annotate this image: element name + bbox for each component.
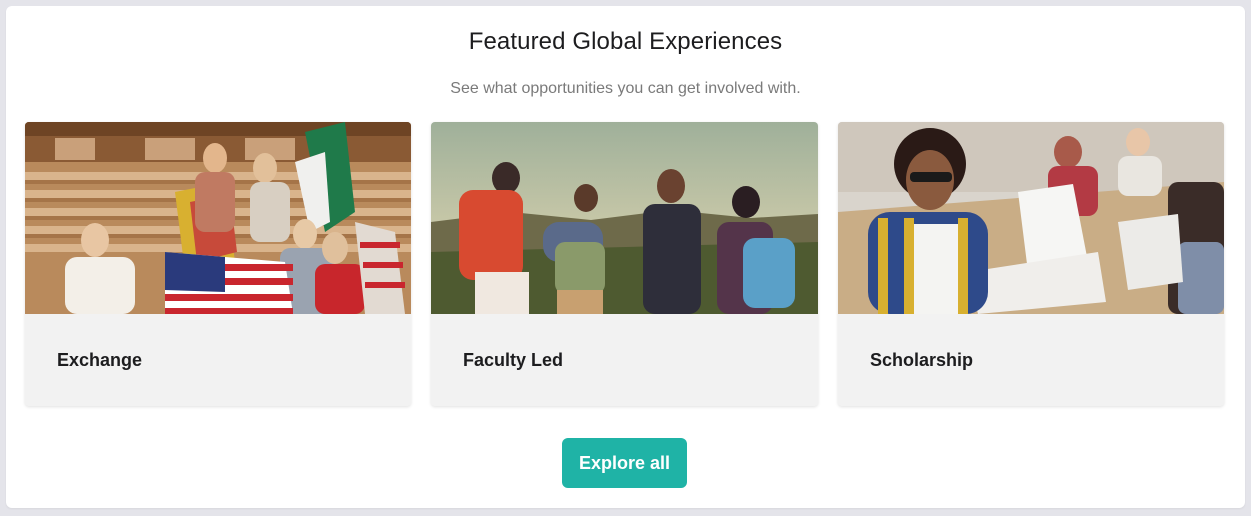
experience-card-exchange[interactable]: Exchange <box>25 122 411 406</box>
faculty-led-photo <box>431 122 818 314</box>
card-label-exchange: Exchange <box>57 350 143 370</box>
scholarship-photo <box>838 122 1224 314</box>
experience-card-scholarship[interactable]: Scholarship <box>838 122 1224 406</box>
featured-experiences-panel: Featured Global Experiences See what opp… <box>6 6 1245 508</box>
explore-all-button[interactable]: Explore all <box>562 438 687 488</box>
section-title: Featured Global Experiences <box>468 28 783 55</box>
experience-card-faculty-led[interactable]: Faculty Led <box>431 122 818 406</box>
section-subtitle: See what opportunities you can get invol… <box>450 80 801 97</box>
exchange-photo <box>25 122 411 314</box>
card-label-scholarship: Scholarship <box>870 350 974 370</box>
card-label-faculty-led: Faculty Led <box>463 350 564 370</box>
